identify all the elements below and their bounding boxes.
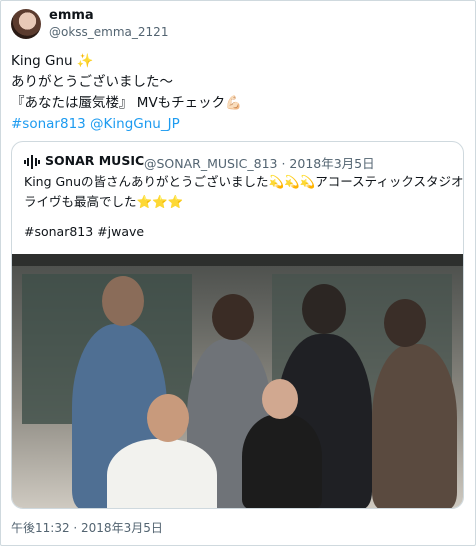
quoted-body: King Gnuの皆さんありがとうございました💫💫💫アコースティックスタジオ ラ… bbox=[24, 172, 464, 212]
author-handle[interactable]: @okss_emma_2121 bbox=[49, 25, 168, 39]
author-name[interactable]: emma bbox=[49, 8, 94, 23]
tweet-line: 『あなたは蜃気楼』 MVもチェック💪🏻 bbox=[11, 95, 242, 111]
quoted-author-name[interactable]: SONAR MUSIC bbox=[45, 153, 144, 168]
quoted-hashtags[interactable]: #sonar813 #jwave bbox=[24, 224, 144, 239]
tweet-body: King Gnu ✨ ありがとうございました〜 『あなたは蜃気楼』 MVもチェッ… bbox=[11, 51, 451, 135]
sonar-logo-icon bbox=[24, 155, 40, 169]
quoted-photo[interactable] bbox=[12, 254, 463, 508]
quoted-line: King Gnuの皆さんありがとうございました💫💫💫アコースティックスタジオ bbox=[24, 174, 464, 189]
avatar[interactable] bbox=[11, 9, 41, 39]
tweet-card: emma @okss_emma_2121 King Gnu ✨ ありがとうござい… bbox=[0, 0, 476, 546]
quoted-author-handle[interactable]: @SONAR_MUSIC_813 · 2018年3月5日 bbox=[144, 153, 375, 172]
tweet-line: King Gnu ✨ bbox=[11, 53, 94, 69]
quoted-tweet[interactable]: SONAR MUSIC @SONAR_MUSIC_813 · 2018年3月5日… bbox=[11, 141, 464, 509]
tweet-line: ありがとうございました〜 bbox=[11, 74, 173, 90]
tweet-hashtags-mentions[interactable]: #sonar813 @KingGnu_JP bbox=[11, 114, 451, 135]
quoted-line: ライヴも最高でした⭐⭐⭐ bbox=[24, 194, 184, 209]
tweet-timestamp[interactable]: 午後11:32 · 2018年3月5日 bbox=[11, 519, 163, 536]
